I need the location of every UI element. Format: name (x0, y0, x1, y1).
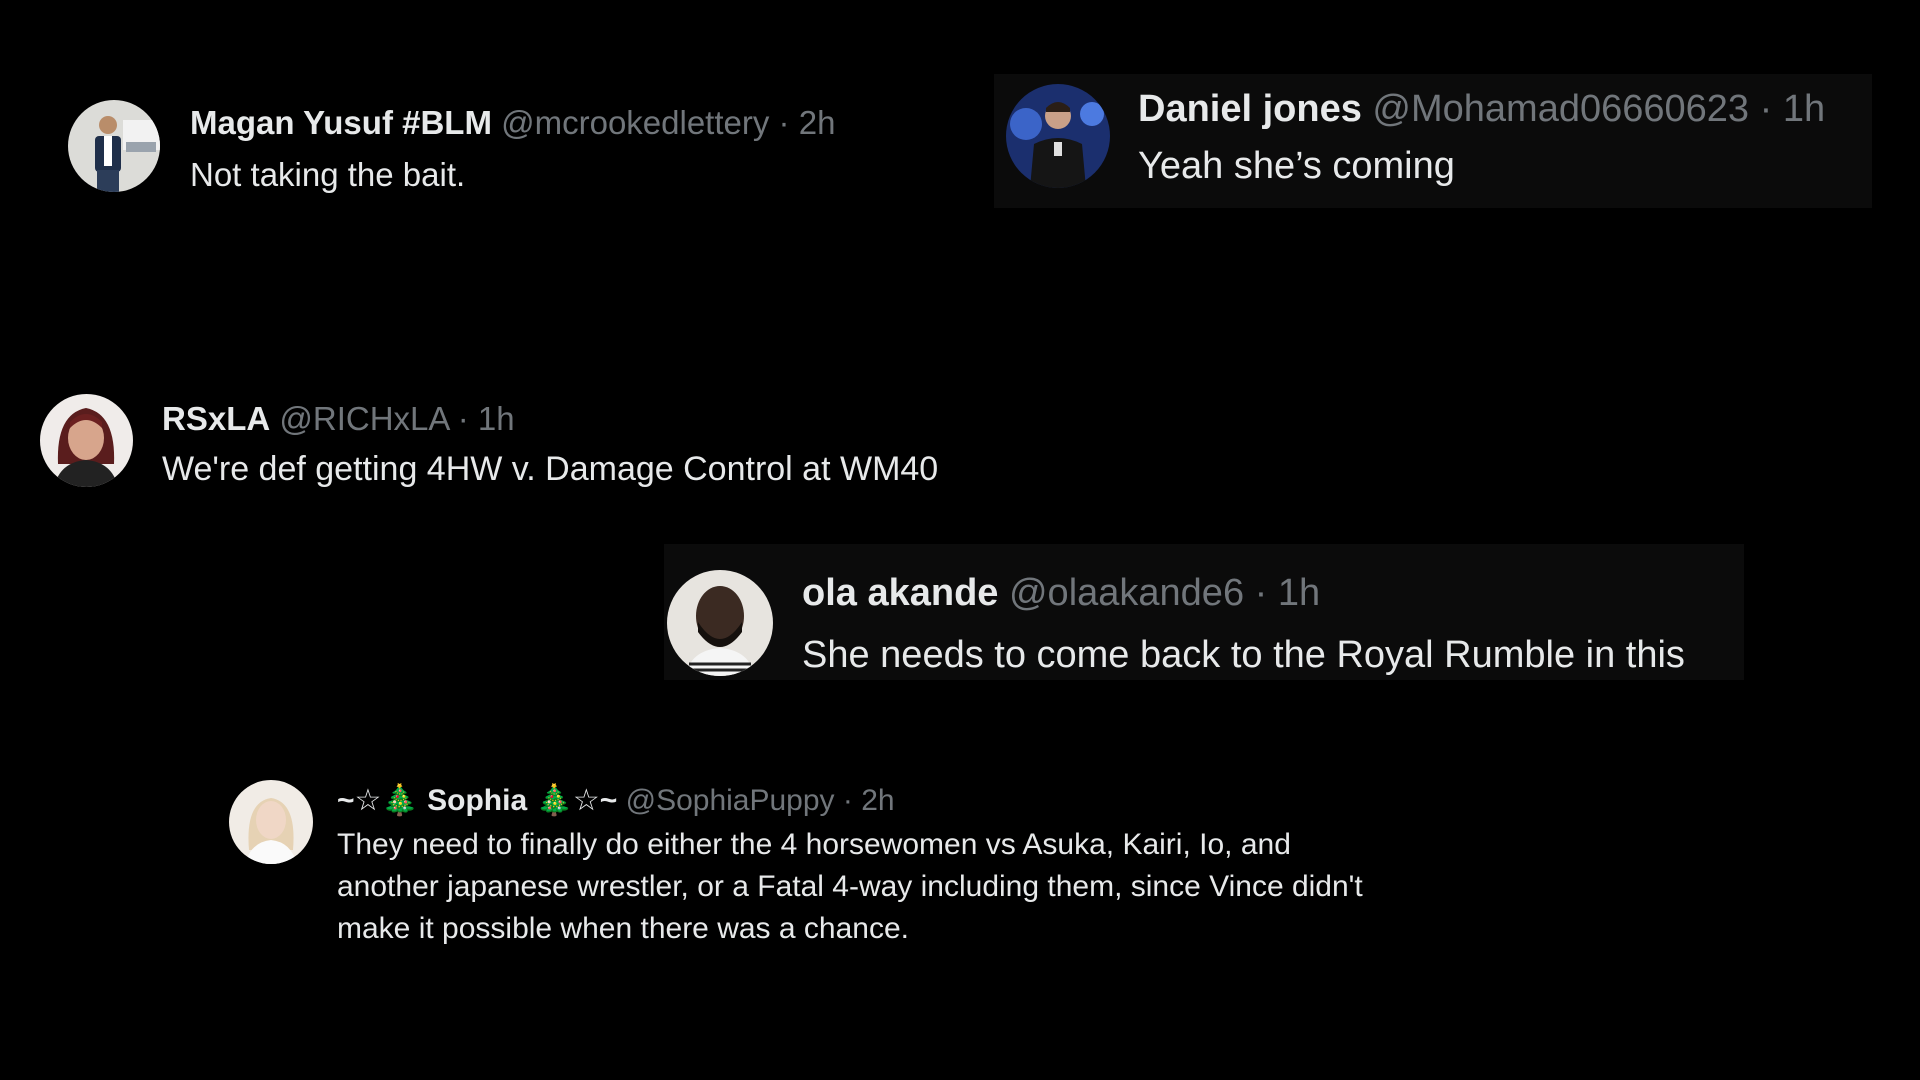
tweet-text: Yeah she’s coming (1138, 145, 1455, 187)
author-handle[interactable]: @SophiaPuppy (626, 784, 835, 817)
author-name[interactable]: RSxLA (162, 400, 270, 437)
author-name[interactable]: Sophia (427, 784, 527, 817)
separator-dot: · (1254, 572, 1268, 614)
avatar-woman-red-hair-icon[interactable] (40, 394, 133, 487)
tweet-text: She needs to come back to the Royal Rumb… (802, 634, 1685, 676)
christmas-tree-icon: 🎄 (381, 783, 419, 818)
avatar-man-bearded-icon[interactable] (667, 570, 773, 676)
tweet-daniel-jones[interactable]: Daniel jones @Mohamad06660623 · 1h Yeah … (994, 74, 1872, 208)
tweet-sophia[interactable]: ~☆🎄 Sophia 🎄☆~ @SophiaPuppy · 2h They ne… (226, 776, 1426, 956)
separator-dot: · (457, 400, 469, 437)
avatar-man-on-stage-icon[interactable] (1006, 84, 1110, 188)
avatar-man-standing-icon[interactable] (68, 100, 160, 192)
tweet-text: We're def getting 4HW v. Damage Control … (162, 450, 939, 488)
separator-dot: · (842, 784, 853, 817)
timestamp[interactable]: 2h (799, 104, 836, 141)
christmas-tree-icon: 🎄 (535, 783, 573, 818)
separator-dot: · (778, 104, 790, 141)
timestamp[interactable]: 2h (861, 784, 894, 817)
author-handle[interactable]: @Mohamad06660623 (1372, 88, 1749, 130)
separator-dot: · (1759, 88, 1773, 130)
tweet-ola-akande[interactable]: ola akande @olaakande6 · 1h She needs to… (664, 544, 1744, 680)
tweet-text: They need to finally do either the 4 hor… (337, 828, 1363, 945)
author-name[interactable]: Magan Yusuf #BLM (190, 104, 492, 141)
tweet-text: Not taking the bait. (190, 156, 466, 193)
author-name-prefix[interactable]: ~☆ (337, 784, 381, 817)
timestamp[interactable]: 1h (1783, 88, 1825, 130)
author-name[interactable]: ola akande (802, 572, 998, 614)
tweet-magan-yusuf[interactable]: Magan Yusuf #BLM @mcrookedlettery · 2h N… (60, 92, 920, 202)
tweet-rsxla[interactable]: RSxLA @RICHxLA · 1h We're def getting 4H… (30, 378, 1030, 508)
timestamp[interactable]: 1h (1278, 572, 1320, 614)
avatar-woman-blonde-icon[interactable] (229, 780, 313, 864)
author-handle[interactable]: @mcrookedlettery (501, 104, 769, 141)
author-name-suffix[interactable]: ☆~ (573, 784, 617, 817)
author-handle[interactable]: @olaakande6 (1009, 572, 1244, 614)
timestamp[interactable]: 1h (478, 400, 515, 437)
author-handle[interactable]: @RICHxLA (279, 400, 448, 437)
author-name[interactable]: Daniel jones (1138, 88, 1362, 130)
